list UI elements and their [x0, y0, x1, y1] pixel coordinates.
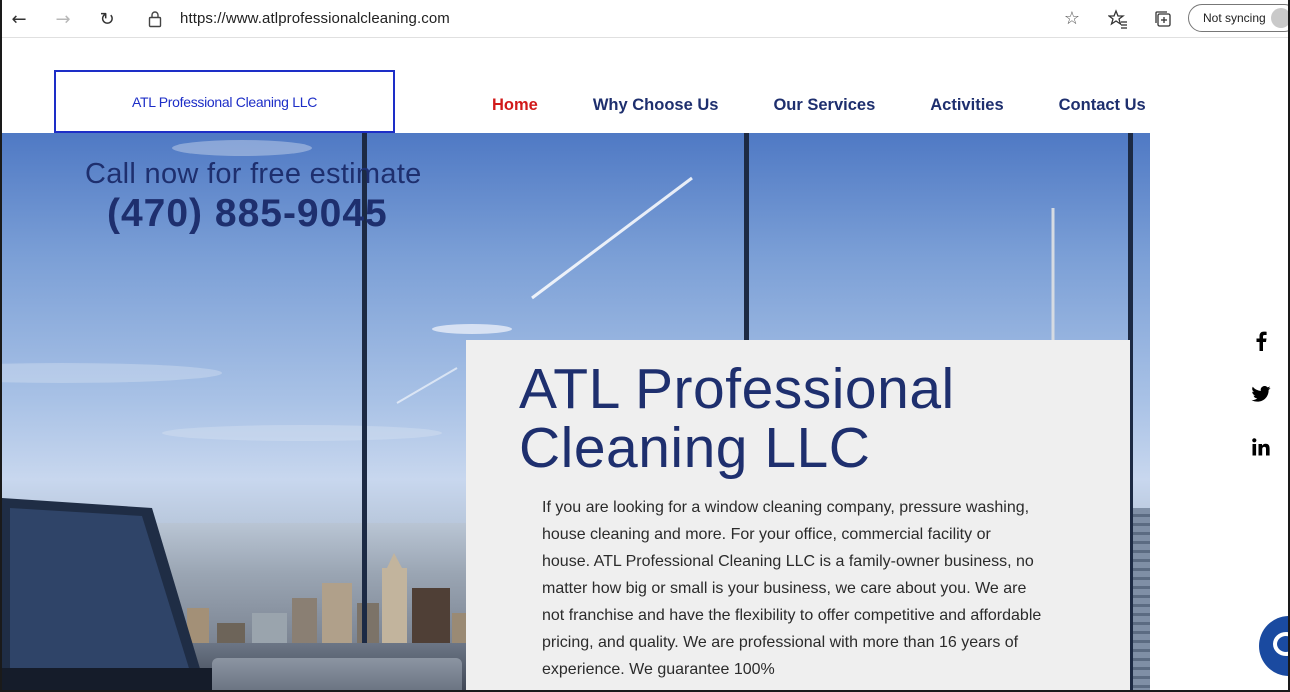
phone-number[interactable]: (470) 885-9045 — [107, 192, 388, 236]
main-nav: Home Why Choose Us Our Services Activiti… — [492, 96, 1146, 120]
lock-icon[interactable] — [148, 10, 162, 28]
collections-icon[interactable] — [1153, 9, 1173, 29]
star-icon[interactable]: ☆ — [1064, 8, 1080, 29]
social-bar — [1248, 328, 1274, 487]
profile-icon — [1271, 8, 1288, 28]
url-text[interactable]: https://www.atlprofessionalcleaning.com — [180, 10, 450, 27]
back-arrow-icon[interactable]: ← — [6, 6, 32, 32]
sync-label: Not syncing — [1203, 11, 1266, 25]
nav-contact-us[interactable]: Contact Us — [1059, 96, 1146, 120]
browser-toolbar: ← → ↻ https://www.atlprofessionalcleanin… — [2, 0, 1288, 38]
nav-home[interactable]: Home — [492, 96, 538, 120]
nav-activities[interactable]: Activities — [930, 96, 1003, 120]
refresh-icon[interactable]: ↻ — [94, 6, 120, 32]
twitter-icon[interactable] — [1248, 381, 1274, 407]
facebook-icon[interactable] — [1248, 328, 1274, 354]
web-page: ATL Professional Cleaning LLC Home Why C… — [2, 38, 1288, 690]
linkedin-icon[interactable] — [1248, 434, 1274, 460]
sync-button[interactable]: Not syncing — [1188, 4, 1288, 32]
forward-arrow-icon[interactable]: → — [50, 6, 76, 32]
nav-our-services[interactable]: Our Services — [773, 96, 875, 120]
card-body: If you are looking for a window cleaning… — [542, 499, 1042, 678]
laptop-image — [2, 498, 212, 690]
nav-why-choose-us[interactable]: Why Choose Us — [593, 96, 719, 120]
building-right — [1130, 508, 1150, 690]
chat-widget-button[interactable] — [1259, 616, 1288, 676]
chat-icon — [1273, 632, 1288, 656]
logo-text: ATL Professional Cleaning LLC — [131, 93, 318, 110]
laptop-keyboard — [212, 658, 462, 690]
address-bar[interactable]: https://www.atlprofessionalcleaning.com … — [136, 5, 1088, 33]
card-title: ATL Professional Cleaning LLC — [519, 357, 955, 480]
intro-card: ATL Professional Cleaning LLC If you are… — [466, 340, 1130, 690]
site-logo[interactable]: ATL Professional Cleaning LLC — [54, 70, 395, 133]
favorites-icon[interactable] — [1108, 9, 1128, 29]
cta-text: Call now for free estimate — [85, 158, 422, 190]
